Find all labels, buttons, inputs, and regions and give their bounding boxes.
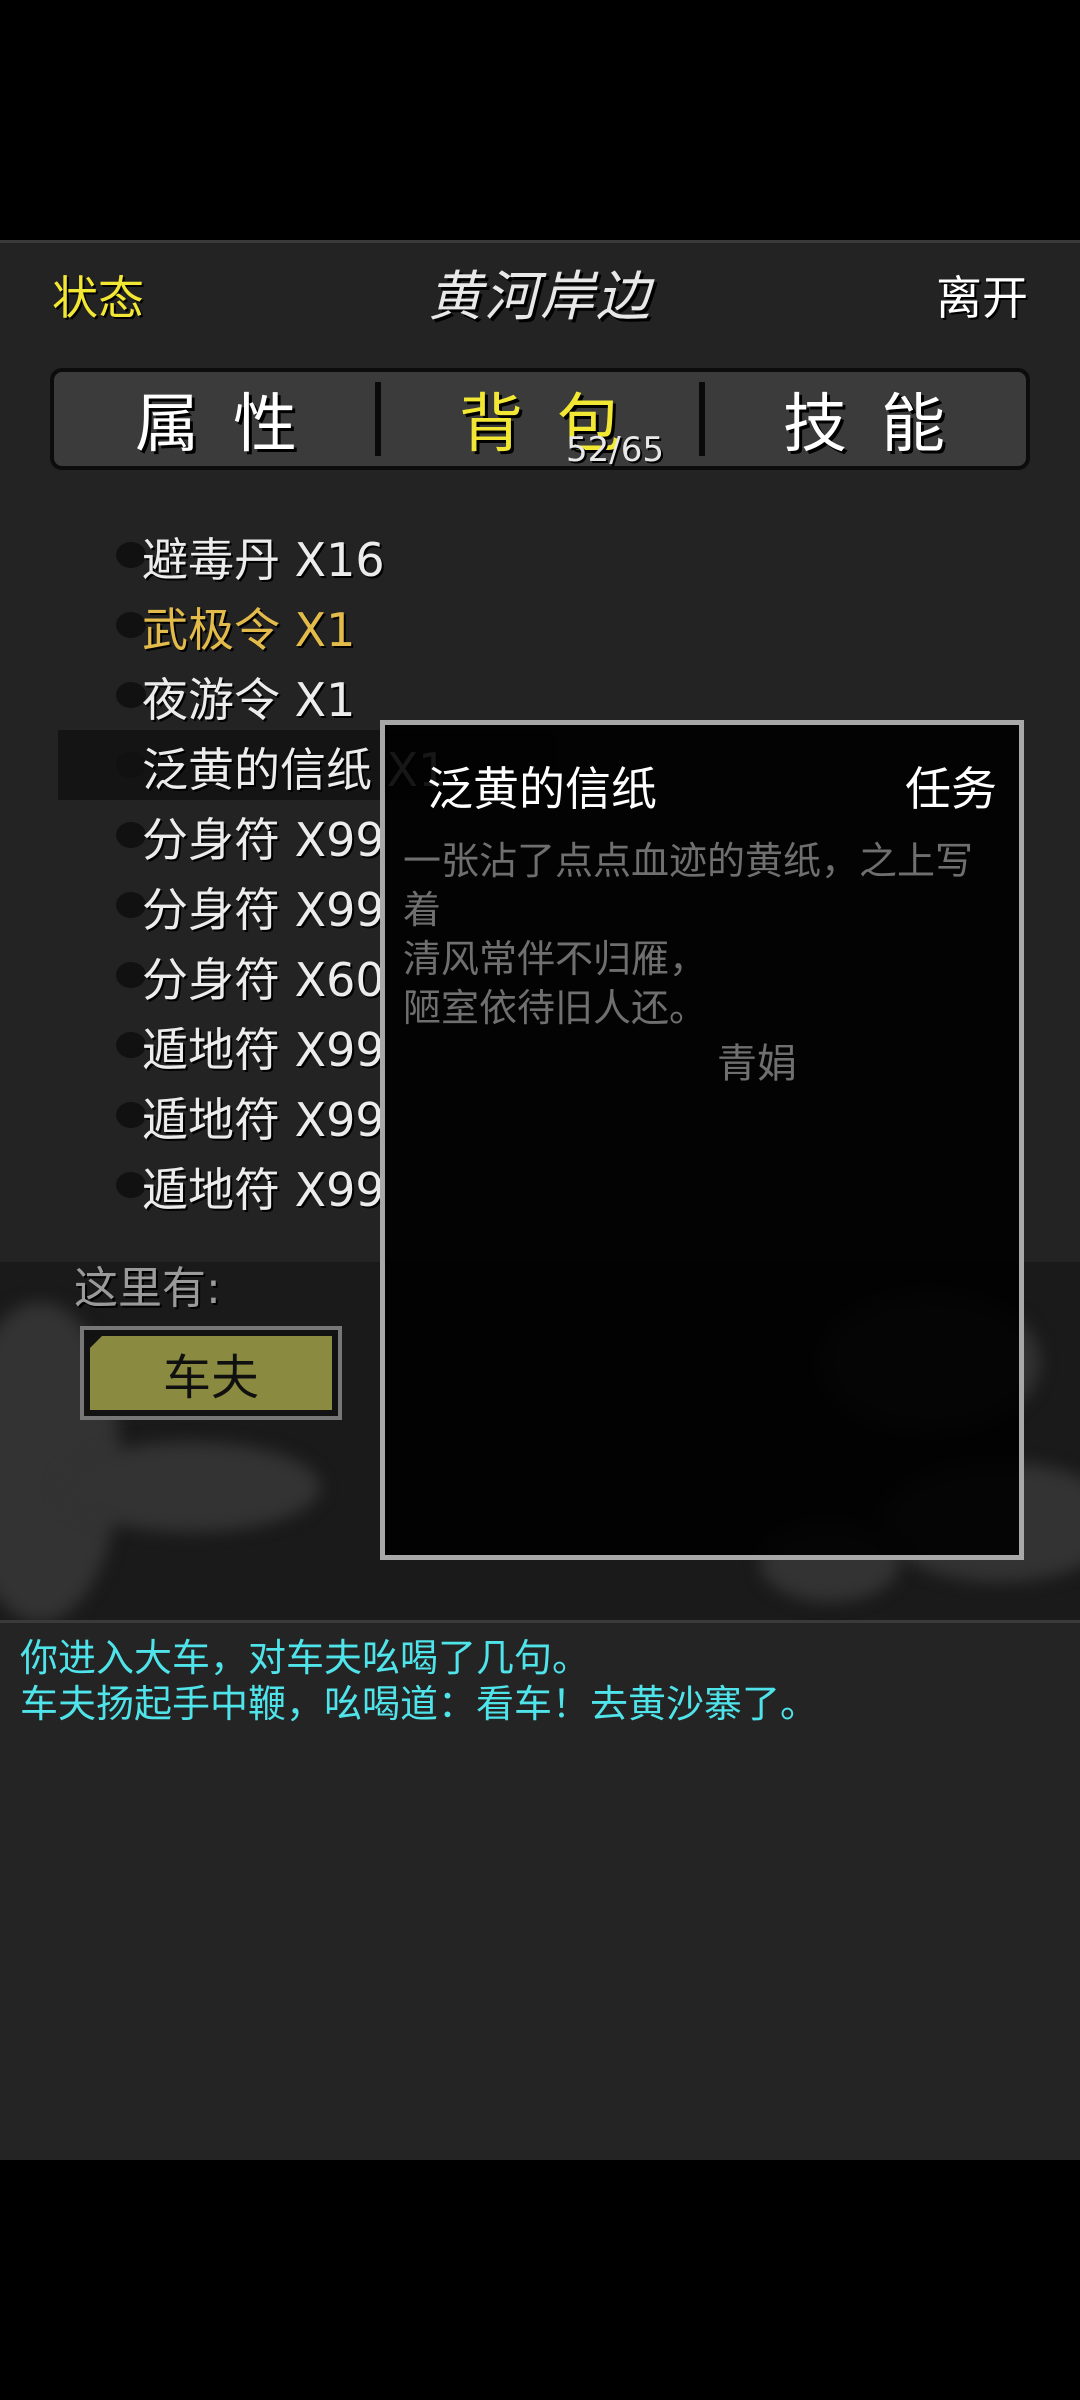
tab-bar: 属性 背包 技能 — [50, 368, 1030, 470]
item-label: 武极令 X1 — [142, 603, 356, 657]
popup-signature: 青娟 — [717, 1041, 797, 1087]
description-line: 一张沾了点点血迹的黄纸，之上写着 — [403, 839, 974, 932]
npc-label: 车夫 — [90, 1336, 332, 1410]
leave-button[interactable]: 离开 — [936, 262, 1028, 328]
description-line: 陋室依待旧人还。 — [403, 986, 708, 1030]
location-title: 黄河岸边 — [428, 265, 652, 328]
item-label: 遁地符 X99 — [142, 1023, 385, 1077]
item-label: 分身符 X99 — [142, 883, 385, 937]
inventory-capacity: 52/65 — [566, 430, 664, 470]
popup-item-name: 泛黄的信纸 — [427, 762, 657, 816]
inventory-item[interactable]: 武极令 X1 — [58, 590, 558, 660]
inventory-item[interactable]: 避毒丹 X16 — [58, 520, 558, 590]
item-label: 遁地符 X99 — [142, 1163, 385, 1217]
popup-description: 一张沾了点点血迹的黄纸，之上写着 清风常伴不归雁， 陋室依待旧人还。 — [403, 837, 1003, 1033]
log-line: 车夫扬起手中鞭，吆喝道：看车！去黄沙寨了。 — [20, 1682, 819, 1726]
item-label: 遁地符 X99 — [142, 1093, 385, 1147]
log-line: 你进入大车，对车夫吆喝了几句。 — [20, 1636, 591, 1680]
item-label: 分身符 X99 — [142, 813, 385, 867]
item-detail-popup: 泛黄的信纸 任务 一张沾了点点血迹的黄纸，之上写着 清风常伴不归雁， 陋室依待旧… — [380, 720, 1024, 1560]
item-label: 夜游令 X1 — [142, 673, 356, 727]
message-log: 你进入大车，对车夫吆喝了几句。 车夫扬起手中鞭，吆喝道：看车！去黄沙寨了。 — [0, 1620, 1080, 2160]
here-label: 这里有: — [74, 1263, 221, 1314]
item-label: 避毒丹 X16 — [142, 533, 385, 587]
tab-skills[interactable]: 技能 — [699, 372, 1026, 466]
item-label: 分身符 X60 — [142, 953, 385, 1007]
description-line: 清风常伴不归雁， — [403, 937, 708, 981]
tab-attributes[interactable]: 属性 — [54, 372, 378, 466]
npc-carter-button[interactable]: 车夫 — [80, 1326, 342, 1420]
popup-item-type: 任务 — [905, 762, 997, 816]
